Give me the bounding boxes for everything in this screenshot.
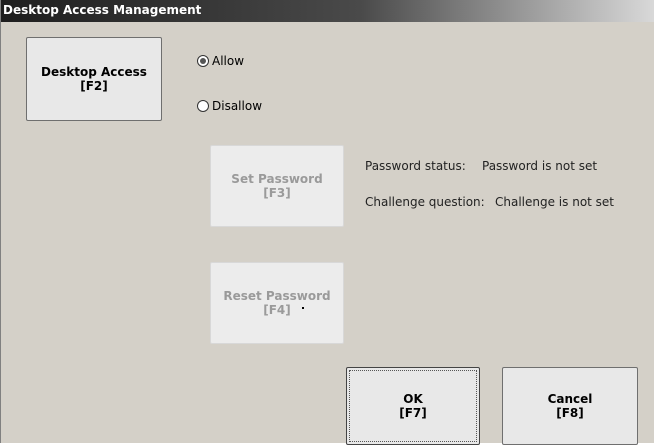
- window-title: Desktop Access Management: [3, 3, 202, 17]
- dialog-window: Desktop Access Management Desktop Access…: [0, 0, 654, 445]
- password-status-value: Password is not set: [482, 159, 598, 173]
- radio-disallow-indicator[interactable]: [197, 100, 209, 112]
- radio-allow-label: Allow: [212, 54, 245, 68]
- cancel-button[interactable]: Cancel [F8]: [502, 367, 638, 445]
- set-password-key: [F3]: [263, 186, 291, 200]
- cancel-label: Cancel: [547, 392, 593, 406]
- reset-password-key: [F4]: [263, 303, 291, 317]
- ok-key: [F7]: [399, 406, 427, 420]
- desktop-access-key: [F2]: [80, 79, 108, 93]
- password-status-label: Password status:: [365, 159, 466, 173]
- challenge-question-label: Challenge question:: [365, 195, 485, 209]
- set-password-label: Set Password: [231, 172, 323, 186]
- ok-button[interactable]: OK [F7]: [346, 367, 480, 445]
- radio-disallow-label: Disallow: [212, 99, 263, 113]
- title-bar: Desktop Access Management: [1, 0, 654, 22]
- ok-label: OK: [403, 392, 423, 406]
- cancel-key: [F8]: [556, 406, 584, 420]
- set-password-button[interactable]: Set Password [F3]: [210, 145, 344, 227]
- reset-password-label: Reset Password: [223, 289, 331, 303]
- radio-disallow[interactable]: Disallow: [197, 99, 262, 113]
- radio-allow-indicator[interactable]: [197, 55, 209, 67]
- radio-allow[interactable]: Allow: [197, 54, 244, 68]
- desktop-access-button[interactable]: Desktop Access [F2]: [26, 37, 162, 121]
- challenge-question-value: Challenge is not set: [495, 195, 615, 209]
- reset-password-button[interactable]: Reset Password [F4]: [210, 262, 344, 344]
- stray-dot: [302, 307, 304, 309]
- desktop-access-label: Desktop Access: [41, 65, 147, 79]
